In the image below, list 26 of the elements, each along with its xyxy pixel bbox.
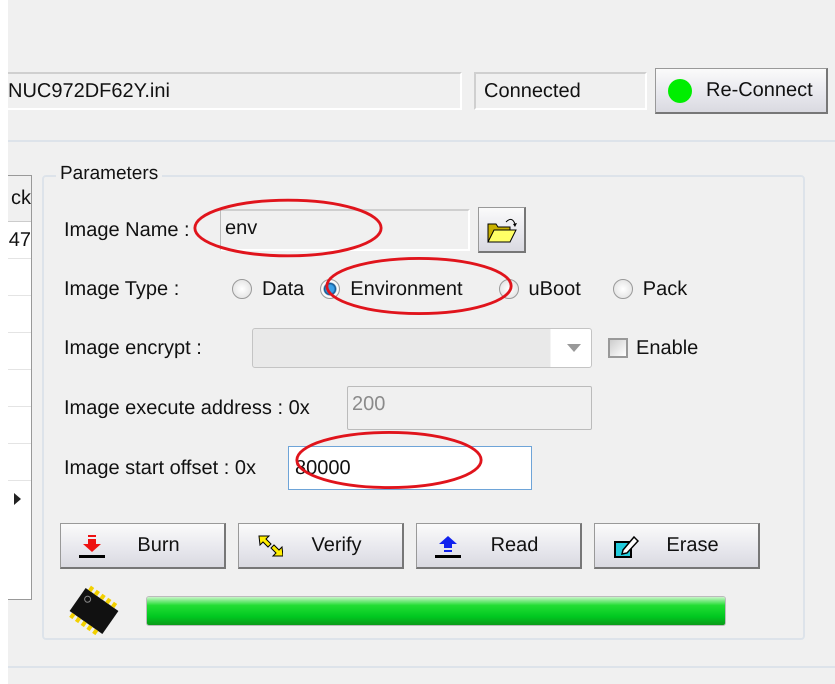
field-label: Image execute address : 0x (64, 396, 311, 420)
field-label: Image start offset : 0x (64, 456, 257, 480)
status-field: Connected (474, 72, 647, 110)
verify-button[interactable]: Verify (238, 523, 404, 569)
burn-button[interactable]: Burn (60, 523, 226, 569)
radio-option[interactable]: Data (232, 278, 304, 300)
down-arrow-icon (79, 534, 105, 558)
scroll-arrow-icon (14, 493, 22, 505)
list-cell: 47 (8, 222, 31, 259)
file-path-field: NUC972DF62Y.ini (8, 72, 462, 110)
erase-button[interactable]: Erase (594, 523, 760, 569)
read-button[interactable]: Read (416, 523, 582, 569)
radio-option[interactable]: Environment (320, 278, 463, 300)
radio-option[interactable]: Pack (612, 278, 688, 300)
field-label: Image Type : (64, 278, 180, 300)
open-file-button[interactable] (478, 207, 526, 253)
reconnect-button[interactable]: Re-Connect (655, 68, 828, 114)
arrows-icon (257, 534, 283, 558)
field-label: Image Name : (64, 218, 191, 242)
field-label: Image encrypt : (64, 336, 203, 360)
radio-option[interactable]: uBoot (498, 278, 581, 300)
pencil-icon (613, 534, 639, 558)
up-arrow-icon (435, 534, 461, 558)
dropdown-arrow-icon (567, 344, 581, 352)
image-name-field[interactable]: env (220, 209, 470, 251)
column-header[interactable]: ck (8, 176, 31, 222)
